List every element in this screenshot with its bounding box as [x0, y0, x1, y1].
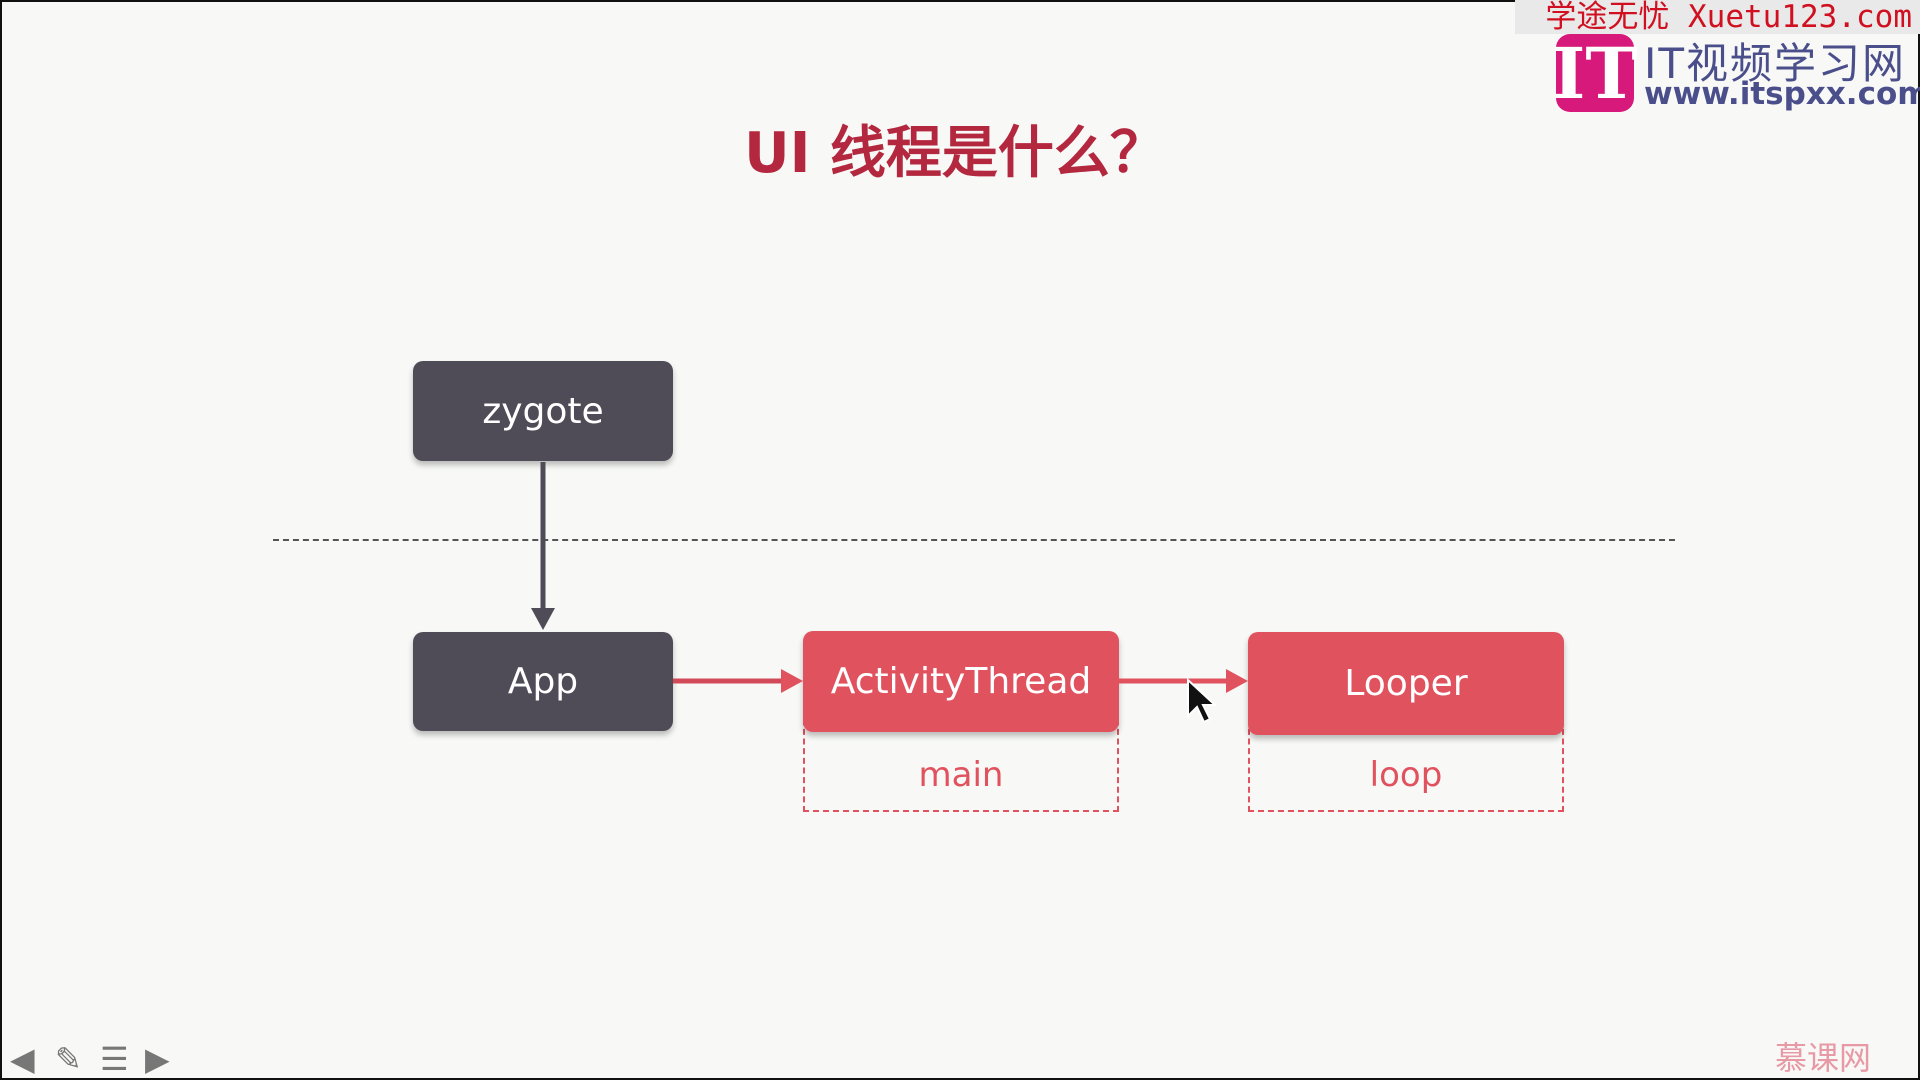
- pen-icon[interactable]: ✎: [55, 1040, 82, 1078]
- mouse-cursor-icon: [1187, 677, 1218, 724]
- diagram-arrows: [531, 462, 1248, 724]
- next-slide-icon[interactable]: ▶: [145, 1040, 170, 1078]
- arrow-zygote-app: [531, 462, 555, 630]
- arrow-activitythread-looper: [1119, 669, 1248, 693]
- watermark-imooc: 慕课网: [1775, 1039, 1872, 1077]
- menu-icon[interactable]: ☰: [100, 1040, 129, 1078]
- arrow-app-activitythread: [673, 669, 803, 693]
- prev-slide-icon[interactable]: ◀: [10, 1040, 35, 1078]
